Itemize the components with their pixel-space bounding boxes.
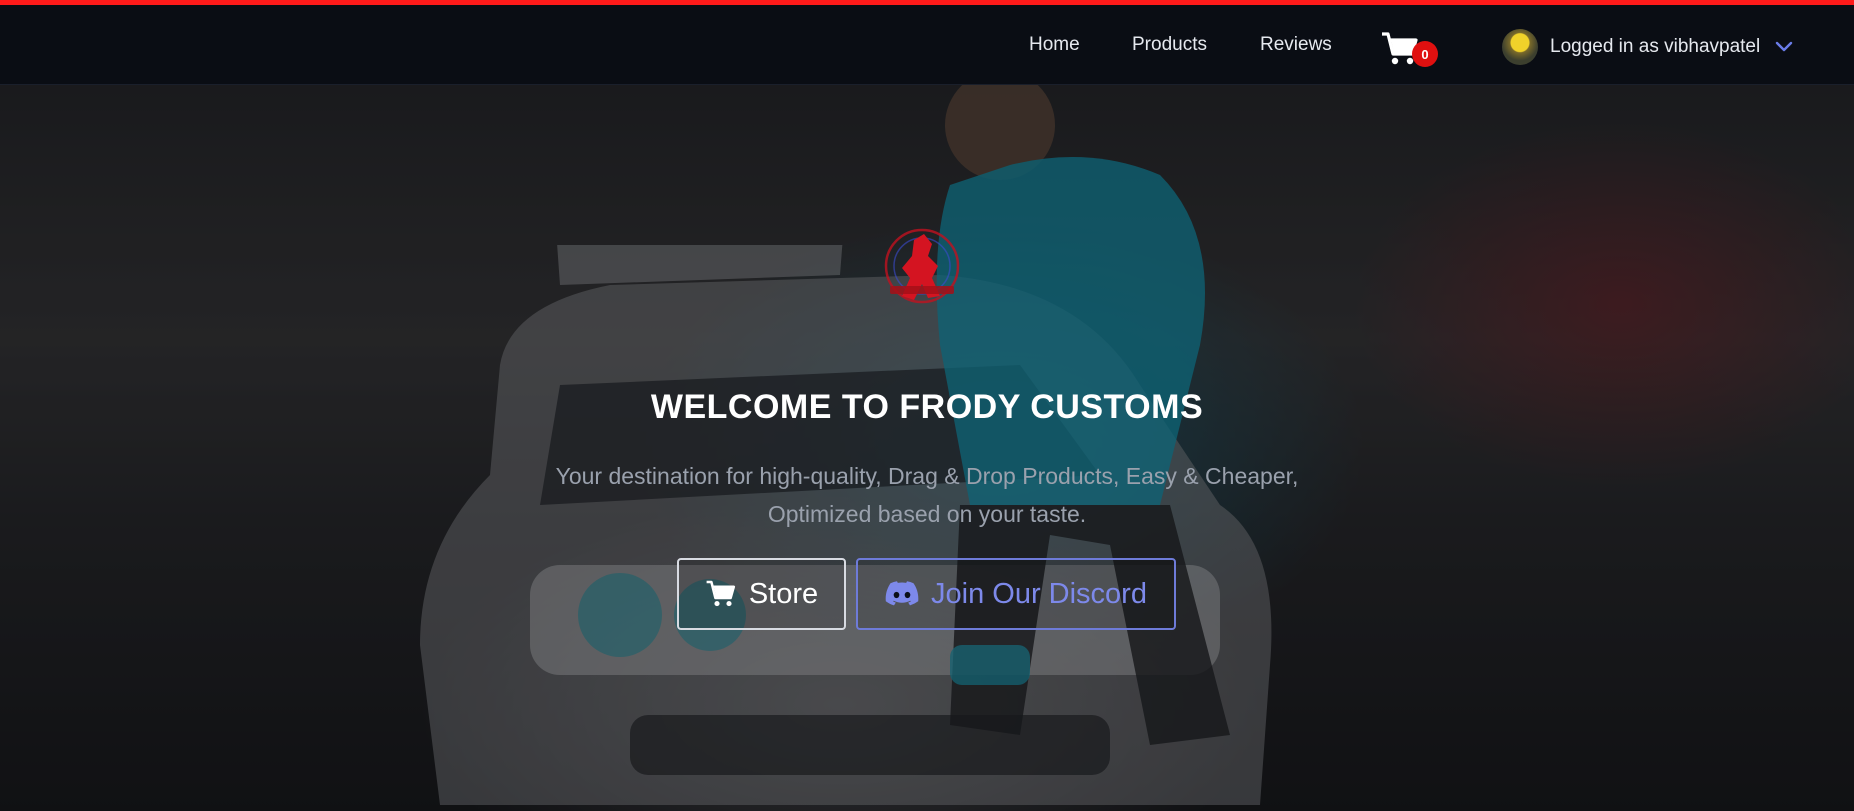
store-button-label: Store	[748, 577, 819, 610]
hero-title: WELCOME TO FRODY CUSTOMS	[650, 388, 1204, 426]
hero-subtitle: Your destination for high-quality, Drag …	[0, 457, 1854, 533]
cart-button[interactable]: 0	[1378, 29, 1438, 69]
nav-products-link[interactable]: Products	[1132, 34, 1207, 56]
cart-icon	[706, 580, 735, 607]
frody-logo	[884, 228, 960, 304]
hero-subtitle-line-2: Optimized based on your taste.	[767, 501, 1087, 527]
discord-icon	[885, 581, 919, 606]
hero-section: WELCOME TO FRODY CUSTOMS Your destinatio…	[0, 85, 1854, 811]
hero-subtitle-line-1: Your destination for high-quality, Drag …	[555, 463, 1299, 489]
hero-dark-overlay	[0, 85, 1854, 811]
user-menu[interactable]: Logged in as vibhavpatel	[1502, 28, 1794, 66]
store-button[interactable]: Store	[677, 558, 846, 630]
cart-count-badge: 0	[1412, 41, 1438, 67]
join-discord-button[interactable]: Join Our Discord	[856, 558, 1176, 630]
discord-button-label: Join Our Discord	[931, 577, 1147, 610]
navbar: Home Products Reviews 0 Logged in as vib…	[0, 5, 1854, 85]
nav-reviews-link[interactable]: Reviews	[1260, 34, 1332, 56]
nav-home-link[interactable]: Home	[1029, 34, 1080, 56]
user-label: Logged in as vibhavpatel	[1550, 36, 1761, 57]
chevron-down-icon	[1776, 41, 1793, 52]
avatar	[1502, 29, 1538, 65]
